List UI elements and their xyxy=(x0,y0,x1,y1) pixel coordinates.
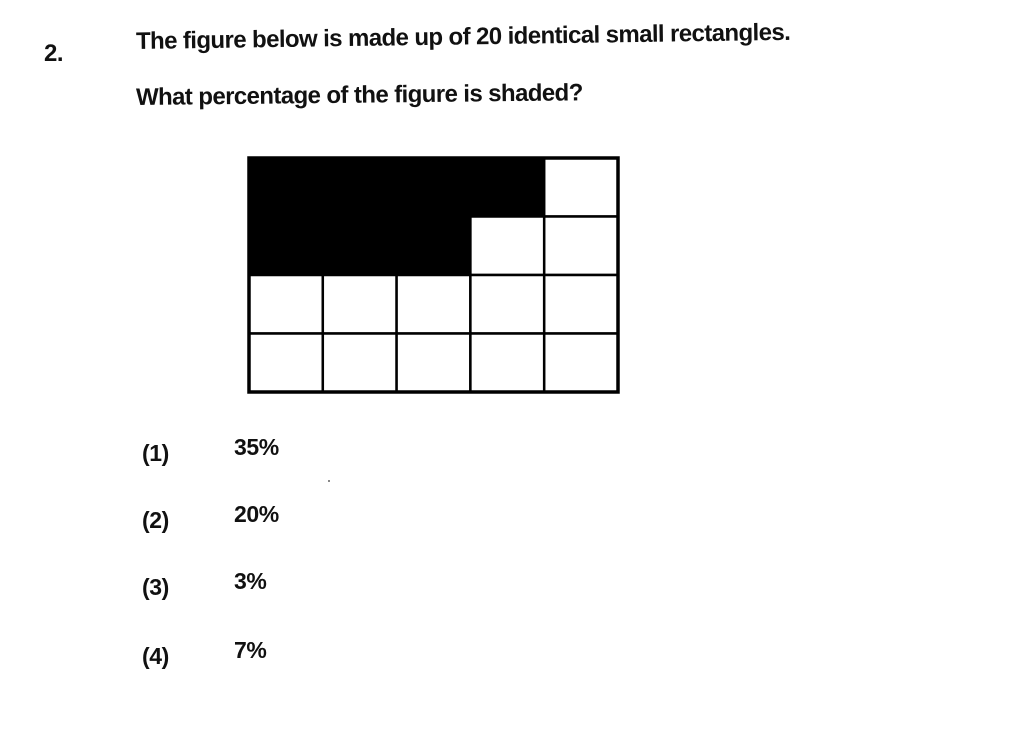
rectangle-grid-figure xyxy=(246,155,621,395)
option-2[interactable]: (2) 20% xyxy=(142,501,442,541)
unshaded-cell-2-3 xyxy=(469,273,546,335)
option-3-label: (3) xyxy=(142,574,169,600)
shaded-cell-0-2 xyxy=(395,156,472,218)
option-4-value: 7% xyxy=(234,637,267,663)
question-text-line-1: The figure below is made up of 20 identi… xyxy=(135,18,791,55)
option-3-value: 3% xyxy=(234,568,267,594)
unshaded-cell-0-4 xyxy=(542,156,620,218)
shaded-cell-0-1 xyxy=(321,156,398,218)
option-4[interactable]: (4) 7% xyxy=(142,637,442,677)
option-1-label: (1) xyxy=(142,440,169,466)
unshaded-cell-2-1 xyxy=(321,273,398,335)
shaded-cell-1-1 xyxy=(321,215,398,277)
shaded-cell-0-0 xyxy=(247,156,325,218)
worksheet-page: 2. The figure below is made up of 20 ide… xyxy=(0,0,1022,734)
shaded-cell-0-3 xyxy=(469,156,546,218)
scan-speck xyxy=(328,480,330,482)
shaded-cell-1-0 xyxy=(247,215,325,277)
unshaded-cell-3-4 xyxy=(542,332,620,394)
shaded-cell-1-2 xyxy=(395,215,472,277)
unshaded-cell-3-2 xyxy=(395,332,472,394)
question-number: 2. xyxy=(44,40,64,67)
grid-svg xyxy=(247,156,620,394)
unshaded-cell-1-3 xyxy=(469,215,546,277)
unshaded-cell-2-0 xyxy=(247,273,325,335)
unshaded-cell-2-4 xyxy=(542,273,620,335)
option-2-value: 20% xyxy=(234,501,279,527)
unshaded-cell-2-2 xyxy=(395,273,472,335)
unshaded-cell-1-4 xyxy=(542,215,620,277)
option-3[interactable]: (3) 3% xyxy=(142,568,442,608)
option-2-label: (2) xyxy=(142,507,169,533)
unshaded-cell-3-0 xyxy=(247,332,325,394)
option-1[interactable]: (1) 35% xyxy=(142,434,442,474)
unshaded-cell-3-3 xyxy=(469,332,546,394)
option-4-label: (4) xyxy=(142,643,169,669)
option-1-value: 35% xyxy=(234,434,279,460)
unshaded-cell-3-1 xyxy=(321,332,398,394)
question-text-line-2: What percentage of the figure is shaded? xyxy=(135,79,583,111)
